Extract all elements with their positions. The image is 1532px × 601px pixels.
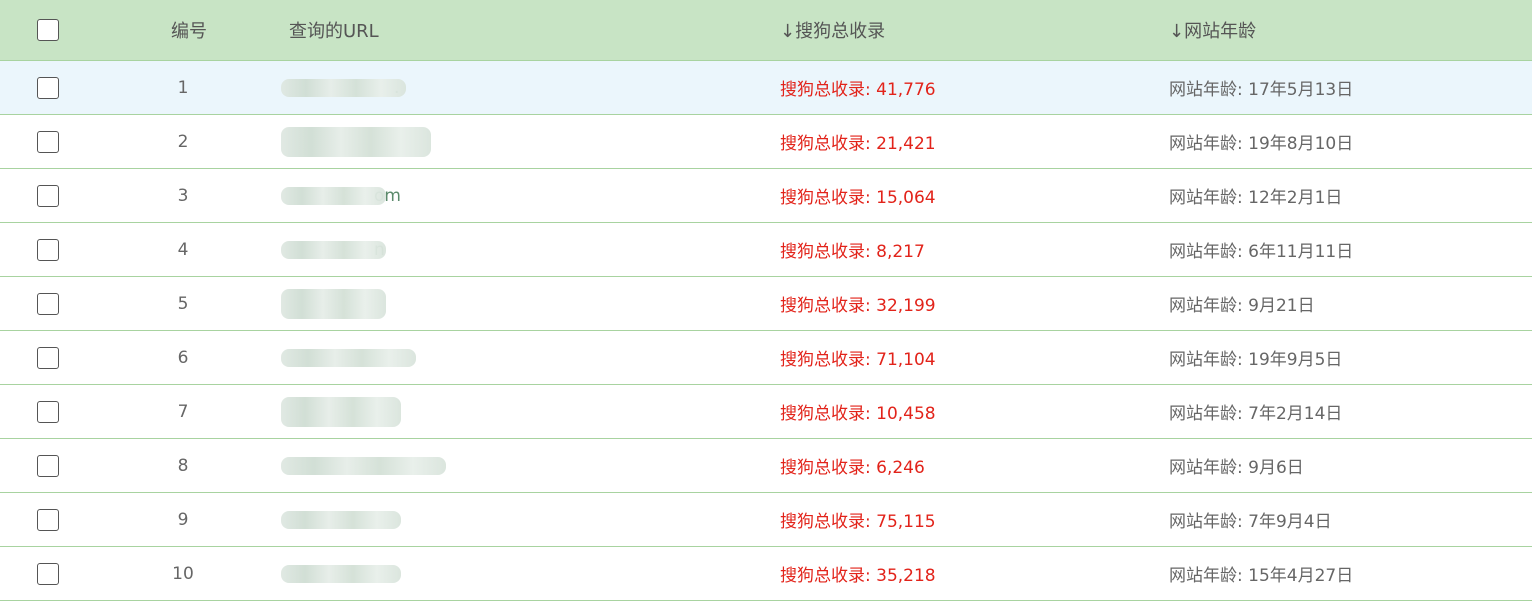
row-url[interactable]: . — [281, 61, 701, 114]
url-redacted — [281, 240, 386, 259]
select-all-checkbox[interactable] — [37, 19, 59, 41]
table-row: 6 搜狗总收录: 71,104 网站年龄: 19年9月5日 — [0, 331, 1532, 385]
row-inclusion: 搜狗总收录: 32,199 — [780, 296, 936, 316]
row-url[interactable] — [281, 439, 701, 492]
row-num: 10 — [172, 563, 194, 584]
url-redacted — [281, 288, 386, 319]
url-redacted — [281, 126, 431, 157]
row-checkbox[interactable] — [37, 508, 59, 531]
table-header: 编号 查询的URL ↓搜狗总收录 ↓网站年龄 — [0, 0, 1532, 61]
row-check-cell — [37, 61, 59, 114]
row-age: 网站年龄: 19年9月5日 — [1169, 350, 1343, 370]
url-redacted — [281, 348, 416, 367]
row-inclusion: 搜狗总收录: 41,776 — [780, 80, 936, 100]
row-url[interactable] — [281, 385, 701, 438]
row-url[interactable]: n — [281, 223, 701, 276]
table-row: 2 搜狗总收录: 21,421 网站年龄: 19年8月10日 — [0, 115, 1532, 169]
table-row: 3 om 搜狗总收录: 15,064 网站年龄: 12年2月1日 — [0, 169, 1532, 223]
row-checkbox[interactable] — [37, 400, 59, 423]
url-redacted — [281, 78, 406, 97]
table-row: 10 搜狗总收录: 35,218 网站年龄: 15年4月27日 — [0, 547, 1532, 601]
row-url[interactable] — [281, 493, 701, 546]
row-checkbox[interactable] — [37, 292, 59, 315]
row-inclusion: 搜狗总收录: 8,217 — [780, 242, 925, 262]
url-redacted — [281, 396, 401, 427]
row-age: 网站年龄: 15年4月27日 — [1169, 566, 1354, 586]
row-check-cell — [37, 277, 59, 330]
row-age: 网站年龄: 9月6日 — [1169, 458, 1304, 478]
row-inclusion: 搜狗总收录: 71,104 — [780, 350, 936, 370]
row-inclusion: 搜狗总收录: 75,115 — [780, 512, 936, 532]
header-num: 编号 — [171, 21, 207, 42]
row-num: 6 — [177, 347, 189, 368]
row-num: 2 — [177, 131, 189, 152]
row-num: 3 — [177, 185, 189, 206]
select-all-cell — [37, 0, 59, 60]
row-num: 4 — [177, 239, 189, 260]
header-sort-inclusion[interactable]: ↓搜狗总收录 — [780, 0, 885, 60]
url-redacted — [281, 564, 401, 583]
row-checkbox[interactable] — [37, 76, 59, 99]
header-url: 查询的URL — [289, 21, 379, 42]
row-inclusion: 搜狗总收录: 10,458 — [780, 404, 936, 424]
row-checkbox[interactable] — [37, 562, 59, 585]
row-url[interactable] — [281, 331, 701, 384]
row-age: 网站年龄: 17年5月13日 — [1169, 80, 1354, 100]
results-table: 编号 查询的URL ↓搜狗总收录 ↓网站年龄 1. 搜狗总收录: 41,776 网站… — [0, 0, 1532, 601]
table-row: 1. 搜狗总收录: 41,776 网站年龄: 17年5月13日 — [0, 61, 1532, 115]
row-check-cell — [37, 439, 59, 492]
row-age: 网站年龄: 19年8月10日 — [1169, 134, 1354, 154]
row-checkbox[interactable] — [37, 346, 59, 369]
row-inclusion: 搜狗总收录: 21,421 — [780, 134, 936, 154]
row-check-cell — [37, 385, 59, 438]
row-inclusion: 搜狗总收录: 35,218 — [780, 566, 936, 586]
table-row: 8 搜狗总收录: 6,246 网站年龄: 9月6日 — [0, 439, 1532, 493]
row-num: 8 — [177, 455, 189, 476]
row-check-cell — [37, 169, 59, 222]
row-checkbox[interactable] — [37, 454, 59, 477]
row-url[interactable] — [281, 547, 701, 600]
row-check-cell — [37, 115, 59, 168]
row-check-cell — [37, 547, 59, 600]
row-age: 网站年龄: 7年9月4日 — [1169, 512, 1332, 532]
url-redacted — [281, 456, 446, 475]
row-checkbox[interactable] — [37, 238, 59, 261]
header-sort-age[interactable]: ↓网站年龄 — [1169, 0, 1256, 60]
row-check-cell — [37, 223, 59, 276]
row-url[interactable] — [281, 115, 701, 168]
row-checkbox[interactable] — [37, 130, 59, 153]
table-row: 7 搜狗总收录: 10,458 网站年龄: 7年2月14日 — [0, 385, 1532, 439]
row-num: 7 — [177, 401, 189, 422]
row-url[interactable]: om — [281, 169, 701, 222]
row-inclusion: 搜狗总收录: 6,246 — [780, 458, 925, 478]
row-num: 1 — [177, 77, 189, 98]
row-age: 网站年龄: 9月21日 — [1169, 296, 1315, 316]
row-age: 网站年龄: 7年2月14日 — [1169, 404, 1343, 424]
table-row: 5 搜狗总收录: 32,199 网站年龄: 9月21日 — [0, 277, 1532, 331]
table-row: 9 搜狗总收录: 75,115 网站年龄: 7年9月4日 — [0, 493, 1532, 547]
row-checkbox[interactable] — [37, 184, 59, 207]
table-row: 4 n 搜狗总收录: 8,217 网站年龄: 6年11月11日 — [0, 223, 1532, 277]
row-num: 5 — [177, 293, 189, 314]
row-age: 网站年龄: 6年11月11日 — [1169, 242, 1354, 262]
row-age: 网站年龄: 12年2月1日 — [1169, 188, 1343, 208]
row-check-cell — [37, 493, 59, 546]
row-inclusion: 搜狗总收录: 15,064 — [780, 188, 936, 208]
row-check-cell — [37, 331, 59, 384]
url-redacted — [281, 510, 401, 529]
row-url[interactable] — [281, 277, 701, 330]
row-num: 9 — [177, 509, 189, 530]
url-redacted — [281, 186, 386, 205]
